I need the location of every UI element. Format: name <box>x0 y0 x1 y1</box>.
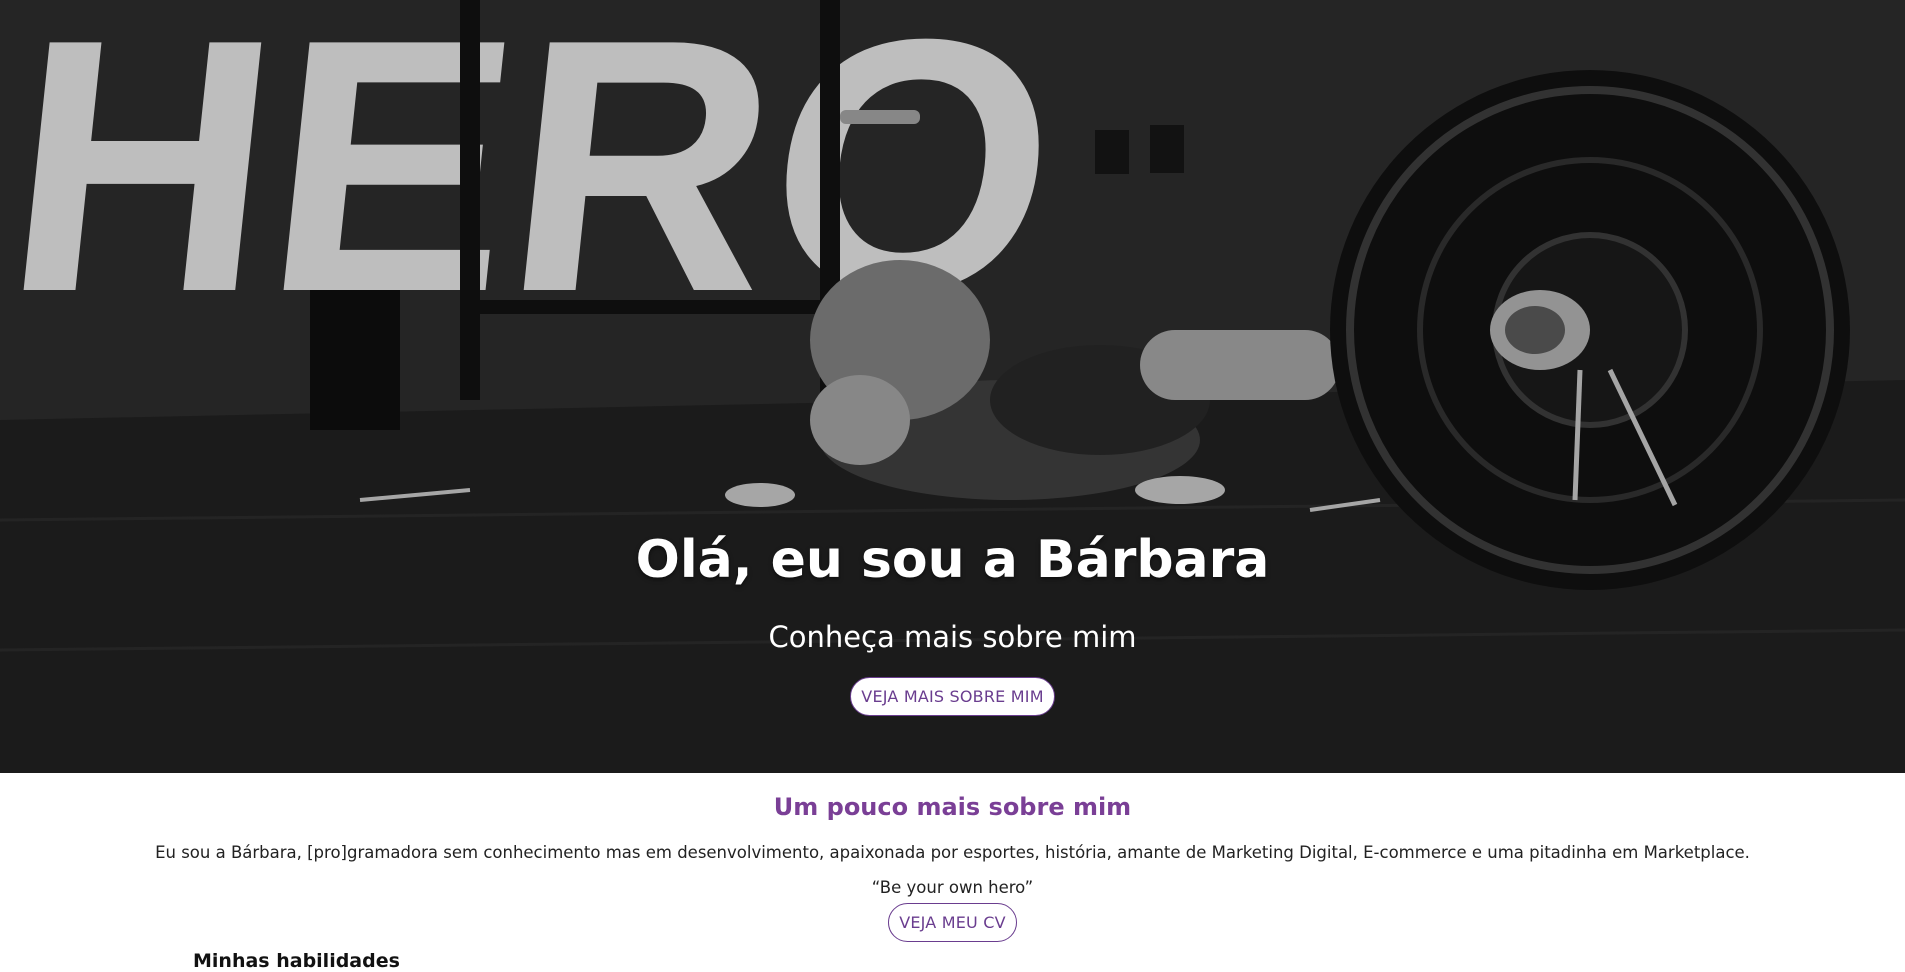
hero-section: HERO Olá, eu sou a Bárbara Conheça mais <box>0 0 1905 773</box>
see-more-about-me-button[interactable]: VEJA MAIS SOBRE MIM <box>850 677 1055 716</box>
about-title: Um pouco mais sobre mim <box>773 793 1132 821</box>
about-text: Eu sou a Bárbara, [pro]gramadora sem con… <box>155 843 1750 862</box>
about-quote: “Be your own hero” <box>871 878 1034 897</box>
skills-title: Minhas habilidades <box>193 950 400 972</box>
hero-title: Olá, eu sou a Bárbara <box>635 530 1270 590</box>
hero-subtitle: Conheça mais sobre mim <box>768 620 1137 654</box>
about-section: Um pouco mais sobre mim Eu sou a Bárbara… <box>0 773 1905 942</box>
hero-content: Olá, eu sou a Bárbara Conheça mais sobre… <box>0 530 1905 716</box>
see-my-cv-button[interactable]: VEJA MEU CV <box>888 903 1017 942</box>
